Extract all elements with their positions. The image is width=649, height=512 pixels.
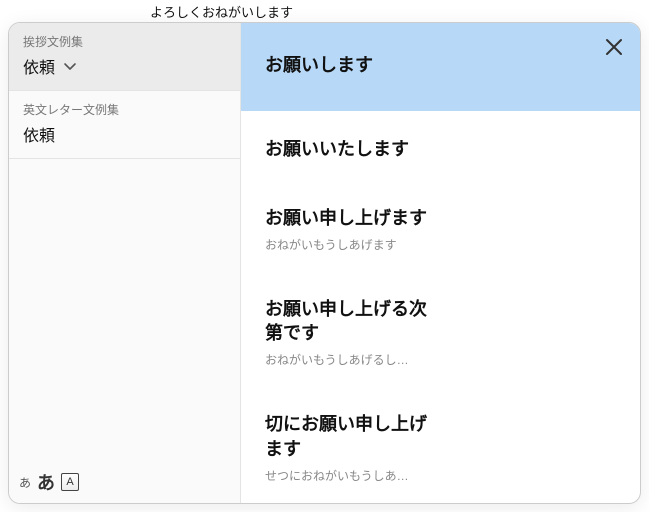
candidate-panel: 挨拶文例集 依頼 英文レター文例集 依頼 あ あ A [8, 22, 641, 504]
candidate-item[interactable]: 心よりお願い申し上げます [241, 502, 640, 503]
close-button[interactable] [600, 33, 628, 61]
sidebar-value: 依頼 [23, 54, 226, 78]
sidebar-caption: 挨拶文例集 [23, 33, 226, 50]
candidate-item[interactable]: 切にお願い申し上げます せつにおねがいもうしあ… [241, 386, 640, 502]
input-context-line: よろしくおねがいします [148, 2, 295, 23]
candidate-reading: おねがいもうしあげます [265, 236, 435, 253]
main-candidates-pane: お願いします お願いいたします お願い申し上げます おねがいもうしあげます お願… [241, 23, 640, 503]
candidate-item[interactable]: お願いします [241, 23, 640, 111]
character-palette-icon[interactable]: A [61, 473, 79, 491]
candidate-item[interactable]: お願い申し上げます おねがいもうしあげます [241, 180, 640, 271]
sidebar: 挨拶文例集 依頼 英文レター文例集 依頼 あ あ A [9, 23, 241, 503]
ime-mode-big: あ [37, 469, 55, 495]
sidebar-section-greetings[interactable]: 挨拶文例集 依頼 [9, 23, 240, 91]
candidate-text: 切にお願い申し上げます [265, 412, 435, 461]
candidate-reading: おねがいもうしあげるし… [265, 351, 435, 368]
candidate-text: お願い申し上げる次第です [265, 297, 435, 346]
sidebar-section-english-letters[interactable]: 英文レター文例集 依頼 [9, 91, 240, 159]
sidebar-caption: 英文レター文例集 [23, 101, 226, 118]
candidate-item[interactable]: お願い申し上げる次第です おねがいもうしあげるし… [241, 271, 640, 387]
candidate-text: お願いいたします [265, 137, 435, 161]
candidate-reading: せつにおねがいもうしあ… [265, 467, 435, 484]
ime-status-bar: あ あ A [9, 463, 240, 503]
chevron-down-icon[interactable] [63, 59, 77, 73]
candidate-list[interactable]: お願いします お願いいたします お願い申し上げます おねがいもうしあげます お願… [241, 23, 640, 503]
candidate-item[interactable]: お願いいたします [241, 111, 640, 179]
candidate-text: お願い申し上げます [265, 206, 435, 230]
ime-mode-small: あ [19, 474, 31, 491]
sidebar-value-text: 依頼 [23, 54, 55, 78]
candidate-text: お願いします [265, 53, 435, 77]
sidebar-value-text: 依頼 [23, 122, 55, 146]
sidebar-spacer [9, 159, 240, 463]
sidebar-value: 依頼 [23, 122, 226, 146]
close-icon [604, 37, 624, 57]
